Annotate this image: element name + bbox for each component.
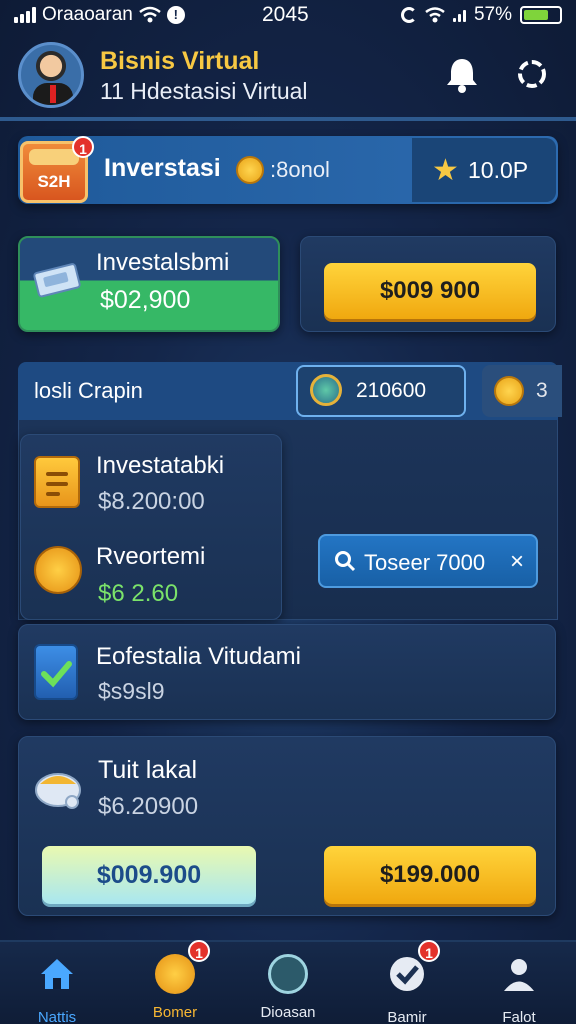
banner-value: :8onol — [270, 157, 330, 182]
search-chip-text: Toseer 7000 — [364, 550, 486, 575]
clock: 2045 — [262, 3, 309, 26]
list-item-title[interactable]: Investatabki — [96, 452, 224, 480]
mask-icon — [268, 954, 308, 994]
battery-percent: 57% — [473, 4, 512, 25]
list-item-value: $s9sl9 — [98, 678, 165, 704]
list-item-value: $8.200:00 — [98, 488, 205, 515]
list-item-value: $6 2.60 — [98, 580, 179, 607]
bottom-left-button[interactable]: $009.900 — [42, 846, 256, 904]
nav-label: Dioasan — [260, 1004, 316, 1021]
nav-label: Falot — [502, 1009, 536, 1024]
nav-label: Nattis — [37, 1009, 77, 1024]
status-bar: Oraaoaran ! 2045 57% — [0, 0, 576, 30]
header-divider — [0, 117, 576, 121]
nav-item-bamir[interactable]: Bamir — [352, 954, 462, 1024]
investment-card-value: $02,900 — [100, 286, 191, 314]
bottom-right-button[interactable]: $199.000 — [324, 846, 536, 904]
buy-button[interactable]: $009 900 — [324, 263, 536, 319]
points-box[interactable]: ★ 10.0P — [412, 138, 556, 202]
star-icon: ★ — [432, 154, 459, 187]
bowl-icon — [35, 773, 81, 809]
points-value: 10.0P — [468, 157, 529, 183]
app-title: Bisnis Virtual — [100, 47, 260, 75]
nav-item-bomer[interactable]: Bomer — [120, 954, 230, 1021]
sync-icon — [400, 7, 417, 23]
nav-label: Bamir — [387, 1009, 427, 1024]
wifi-icon-right — [425, 7, 445, 23]
investment-card-title: Investalsbmi — [96, 249, 230, 276]
tab-chip-value: 210600 — [356, 379, 427, 402]
bottom-card-value: $6.20900 — [98, 793, 199, 820]
app-subtitle: 11 Hdestasisi Virtual — [100, 78, 308, 104]
list-item-title: Eofestalia Vitudami — [96, 643, 302, 670]
nav-badge: 1 — [188, 940, 210, 962]
nav-badge: 1 — [418, 940, 440, 962]
check-icon — [390, 957, 424, 991]
bell-icon[interactable] — [444, 56, 480, 94]
bottom-card-title: Tuit lakal — [98, 756, 198, 784]
banner-label: Inverstasi — [104, 154, 221, 182]
search-icon — [335, 551, 356, 572]
coin-icon-secondary — [494, 376, 524, 406]
info-icon: ! — [166, 6, 185, 24]
coin-icon — [155, 954, 195, 994]
tab-label[interactable]: losli Crapin — [34, 378, 143, 404]
nav-label: Bomer — [152, 1004, 198, 1021]
chest-label: S2H — [37, 172, 71, 191]
nav-item-home[interactable]: Nattis — [2, 954, 112, 1024]
status-right: 57% — [400, 4, 562, 26]
wifi-icon — [139, 6, 161, 23]
nav-item-dioasan[interactable]: Dioasan — [233, 954, 343, 1021]
tab-chip2-value: 3 — [536, 379, 548, 402]
avatar[interactable] — [18, 42, 84, 108]
cell-signal-icon — [452, 8, 466, 22]
cash-icon — [33, 263, 81, 298]
carrier-name: Oraaoaran — [42, 4, 133, 25]
key-icon — [34, 546, 82, 594]
battery-icon — [520, 6, 562, 24]
globe-icon — [310, 374, 342, 406]
user-icon — [504, 959, 534, 991]
nav-item-profile[interactable]: Falot — [464, 954, 574, 1024]
search-chip[interactable]: Toseer 7000 × — [318, 534, 538, 588]
clipboard-icon — [34, 456, 80, 508]
bottom-nav: Nattis Bomer 1 Dioasan Bamir 1 Falot — [0, 940, 576, 1024]
checklist-icon — [34, 644, 78, 700]
coin-icon — [236, 156, 264, 184]
home-icon — [41, 959, 73, 989]
list-item-title[interactable]: Rveortemi — [96, 543, 205, 571]
signal-icon — [14, 7, 36, 23]
carrier-info: Oraaoaran ! — [14, 4, 185, 26]
list-item[interactable] — [18, 624, 556, 720]
chest-badge: 1 — [72, 136, 94, 158]
close-icon[interactable]: × — [510, 548, 524, 576]
settings-icon[interactable] — [514, 56, 550, 92]
